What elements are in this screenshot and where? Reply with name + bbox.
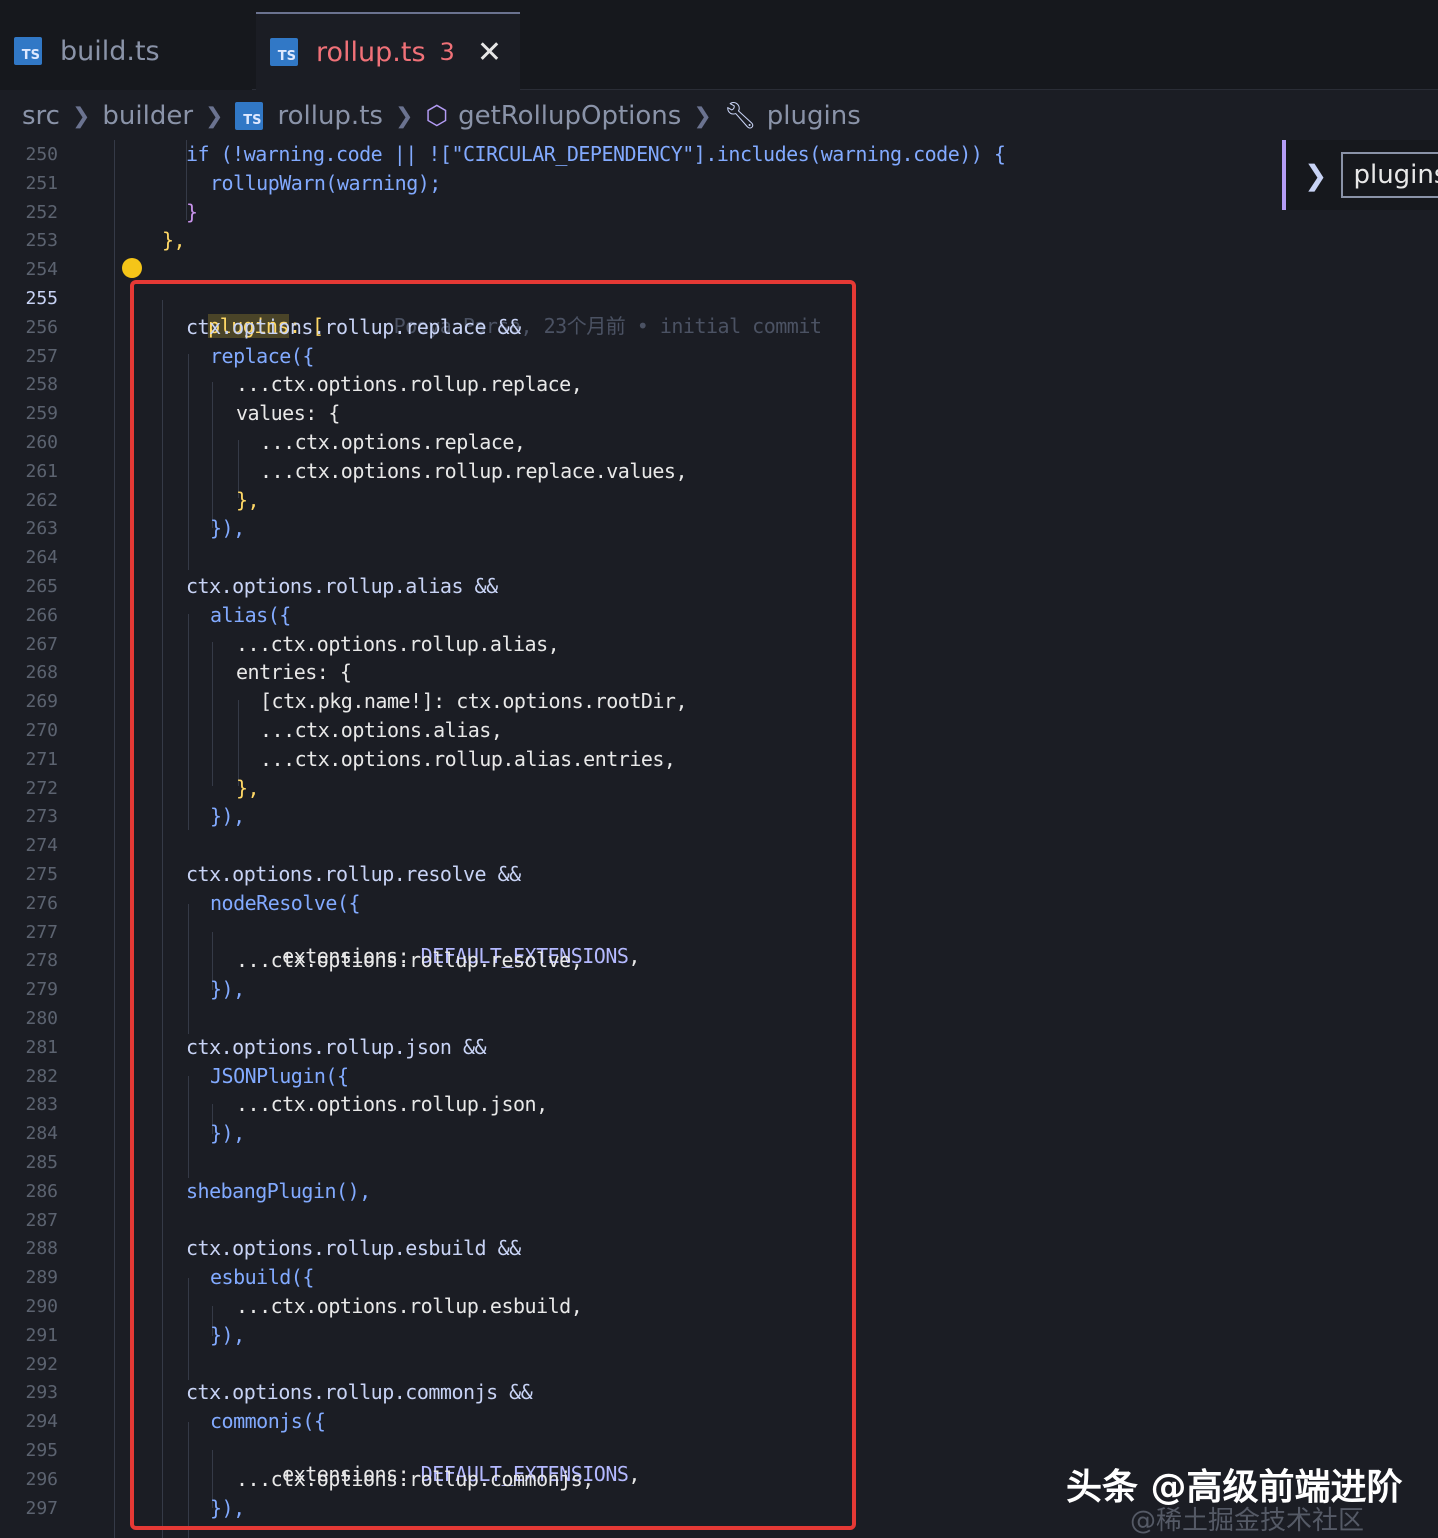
line-number: 258	[25, 374, 58, 395]
line-number: 270	[25, 720, 58, 741]
breadcrumb-item-function[interactable]: getRollupOptions	[458, 101, 681, 131]
code-line: },	[162, 228, 186, 252]
line-number: 254	[25, 259, 58, 280]
chevron-right-icon: ❯	[693, 103, 712, 129]
line-number: 296	[25, 1469, 58, 1490]
line-number: 263	[25, 518, 58, 539]
line-number: 269	[25, 691, 58, 712]
sticky-scroll-label[interactable]: plugins	[1341, 152, 1438, 198]
breadcrumb-item-src[interactable]: src	[22, 101, 60, 131]
line-number: 292	[25, 1354, 58, 1375]
line-number: 288	[25, 1238, 58, 1259]
tab-label: rollup.ts	[316, 36, 426, 68]
line-number: 266	[25, 605, 58, 626]
line-number: 289	[25, 1267, 58, 1288]
tab-bar: TS build.ts TS rollup.ts 3 ✕	[0, 0, 1438, 90]
line-number: 284	[25, 1123, 58, 1144]
lightbulb-icon[interactable]	[122, 258, 142, 278]
line-number: 264	[25, 547, 58, 568]
line-number: 250	[25, 144, 58, 165]
line-number: 271	[25, 749, 58, 770]
method-cube-icon: ⬡	[425, 101, 449, 131]
line-number: 267	[25, 634, 58, 655]
line-number: 282	[25, 1066, 58, 1087]
line-number: 281	[25, 1037, 58, 1058]
line-number: 291	[25, 1325, 58, 1346]
line-number: 268	[25, 662, 58, 683]
line-number: 272	[25, 778, 58, 799]
line-number: 275	[25, 864, 58, 885]
watermark: 头条 @高级前端进阶	[1066, 1467, 1403, 1508]
line-number: 261	[25, 461, 58, 482]
line-number: 285	[25, 1152, 58, 1173]
line-number: 274	[25, 835, 58, 856]
breadcrumb-item-builder[interactable]: builder	[102, 101, 193, 131]
wrench-icon: 🔧︎	[723, 101, 757, 131]
tab-rollup-ts[interactable]: TS rollup.ts 3 ✕	[256, 12, 520, 90]
chevron-right-icon: ❯	[71, 103, 91, 129]
line-number: 290	[25, 1296, 58, 1317]
line-number: 262	[25, 490, 58, 511]
line-number-current: 255	[25, 288, 58, 309]
typescript-file-icon: TS	[14, 37, 42, 65]
tab-build-ts[interactable]: TS build.ts	[0, 12, 252, 90]
line-number: 295	[25, 1440, 58, 1461]
tab-label: build.ts	[60, 35, 160, 67]
line-number: 283	[25, 1094, 58, 1115]
typescript-file-icon: TS	[270, 38, 298, 66]
close-icon[interactable]: ✕	[477, 35, 502, 70]
problems-count-badge: 3	[439, 38, 455, 66]
highlight-annotation-box	[130, 280, 856, 1530]
breadcrumb-item-file[interactable]: rollup.ts	[277, 101, 382, 131]
line-number: 286	[25, 1181, 58, 1202]
chevron-right-icon: ❯	[205, 103, 224, 129]
line-number: 297	[25, 1498, 58, 1519]
code-line: if (!warning.code || !["CIRCULAR_DEPENDE…	[186, 142, 1006, 166]
breadcrumb: src ❯ builder ❯ TS rollup.ts ❯ ⬡ getRoll…	[0, 92, 1438, 140]
line-number: 287	[25, 1210, 58, 1231]
line-number: 265	[25, 576, 58, 597]
line-number: 252	[25, 202, 58, 223]
chevron-right-icon[interactable]: ❯	[1304, 159, 1327, 192]
line-number: 277	[25, 922, 58, 943]
line-number: 280	[25, 1008, 58, 1029]
code-line: }	[186, 200, 198, 224]
line-number: 260	[25, 432, 58, 453]
typescript-file-icon: TS	[235, 102, 264, 130]
line-number: 259	[25, 403, 58, 424]
chevron-right-icon: ❯	[394, 103, 414, 129]
sticky-scroll-widget[interactable]: ❯ plugins	[1282, 140, 1438, 210]
line-number: 257	[25, 346, 58, 367]
code-line: rollupWarn(warning);	[210, 171, 441, 195]
line-number: 293	[25, 1382, 58, 1403]
breadcrumb-item-property[interactable]: plugins	[767, 101, 861, 131]
line-number: 294	[25, 1411, 58, 1432]
line-number: 276	[25, 893, 58, 914]
line-number: 256	[25, 317, 58, 338]
line-number: 251	[25, 173, 58, 194]
line-number: 253	[25, 230, 58, 251]
line-number: 279	[25, 979, 58, 1000]
code-editor[interactable]: 250 251 252 253 254 255 256 257 258 259 …	[0, 140, 1438, 1538]
line-number: 273	[25, 806, 58, 827]
line-number: 278	[25, 950, 58, 971]
